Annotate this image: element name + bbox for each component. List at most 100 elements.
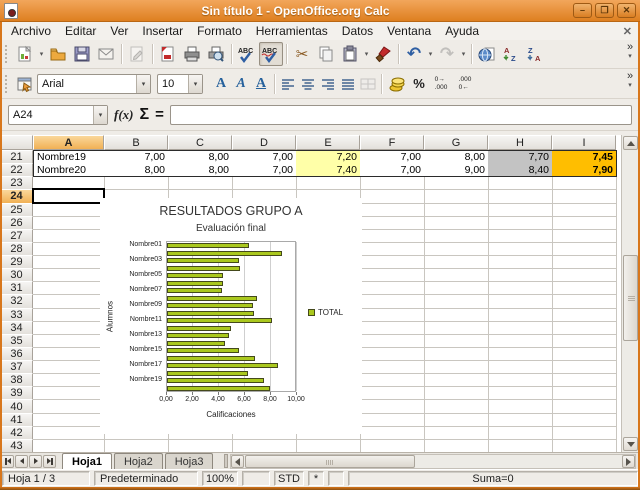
horizontal-scrollbar[interactable] (230, 454, 636, 469)
row-header-36[interactable]: 36 (0, 347, 33, 361)
cell-reference-value[interactable]: A24 (9, 109, 93, 121)
row-header-31[interactable]: 31 (0, 281, 33, 295)
row-header-21[interactable]: 21 (0, 150, 33, 164)
cell-G22[interactable]: 9,00 (424, 163, 489, 177)
selected-cell-A24[interactable] (32, 188, 105, 203)
email-button[interactable] (94, 42, 118, 66)
cell-B21[interactable]: 7,00 (104, 150, 169, 164)
underline-button[interactable]: A (251, 72, 271, 96)
row-header-32[interactable]: 32 (0, 294, 33, 308)
merge-cells-button[interactable] (358, 72, 378, 96)
align-right-button[interactable] (318, 72, 338, 96)
redo-dropdown-arrow[interactable]: ▾ (459, 50, 468, 58)
percent-button[interactable]: % (409, 72, 429, 96)
toolbar-overflow-button[interactable]: »▾ (623, 71, 637, 91)
row-header-27[interactable]: 27 (0, 229, 33, 243)
bold-button[interactable]: A (211, 72, 231, 96)
row-header-37[interactable]: 37 (0, 360, 33, 374)
sheet-tab-hoja1[interactable]: Hoja1 (62, 453, 112, 469)
status-zoom-level[interactable]: 100% (202, 471, 238, 486)
scroll-down-button[interactable] (623, 437, 638, 451)
row-header-28[interactable]: 28 (0, 242, 33, 256)
last-sheet-button[interactable] (43, 455, 56, 468)
cell-A22[interactable]: Nombre20 (33, 163, 105, 177)
sum-icon[interactable]: Σ (140, 106, 150, 124)
column-header-E[interactable]: E (296, 135, 360, 150)
status-sum[interactable]: Suma=0 (348, 471, 638, 486)
menu-archivo[interactable]: Archivo (4, 23, 58, 39)
page-preview-button[interactable] (204, 42, 228, 66)
menu-ventana[interactable]: Ventana (380, 23, 438, 39)
cell-F22[interactable]: 7,00 (360, 163, 425, 177)
column-header-C[interactable]: C (168, 135, 232, 150)
column-header-I[interactable]: I (552, 135, 616, 150)
row-header-23[interactable]: 23 (0, 176, 33, 190)
scroll-right-button[interactable] (622, 455, 635, 468)
scroll-up-button[interactable] (623, 136, 638, 150)
select-all-corner[interactable] (0, 135, 33, 150)
minimize-button[interactable]: – (573, 3, 592, 18)
name-box[interactable]: A24 ▾ (8, 105, 108, 125)
align-center-button[interactable] (298, 72, 318, 96)
embedded-chart[interactable]: RESULTADOS GRUPO AEvaluación finalNombre… (100, 198, 362, 434)
next-sheet-button[interactable] (29, 455, 42, 468)
paste-button[interactable] (338, 42, 362, 66)
menu-ayuda[interactable]: Ayuda (438, 23, 486, 39)
new-document-button[interactable] (13, 42, 37, 66)
toolbar-grip[interactable] (5, 75, 10, 93)
cell-I22[interactable]: 7,90 (552, 163, 617, 177)
column-header-F[interactable]: F (360, 135, 424, 150)
justify-button[interactable] (338, 72, 358, 96)
row-header-39[interactable]: 39 (0, 386, 33, 400)
row-header-33[interactable]: 33 (0, 308, 33, 322)
menu-ver[interactable]: Ver (103, 23, 135, 39)
cell-A21[interactable]: Nombre19 (33, 150, 105, 164)
row-header-42[interactable]: 42 (0, 426, 33, 440)
cell-G21[interactable]: 8,00 (424, 150, 489, 164)
previous-sheet-button[interactable] (15, 455, 28, 468)
row-header-24[interactable]: 24 (0, 189, 33, 203)
function-equals-icon[interactable]: = (155, 106, 164, 123)
undo-dropdown-arrow[interactable]: ▾ (426, 50, 435, 58)
font-name-dropdown[interactable]: ▾ (136, 75, 150, 93)
export-pdf-button[interactable] (156, 42, 180, 66)
menu-herramientas[interactable]: Herramientas (249, 23, 335, 39)
maximize-button[interactable]: ❐ (595, 3, 614, 18)
save-button[interactable] (70, 42, 94, 66)
sort-ascending-button[interactable]: AZ (499, 42, 523, 66)
cell-E21[interactable]: 7,20 (296, 150, 361, 164)
row-header-40[interactable]: 40 (0, 399, 33, 413)
title-bar[interactable]: Sin título 1 - OpenOffice.org Calc – ❐ ✕ (0, 0, 640, 22)
tab-scrollbar-splitter[interactable] (224, 454, 228, 468)
vertical-scroll-thumb[interactable] (623, 255, 638, 341)
sort-descending-button[interactable]: ZA (523, 42, 547, 66)
row-header-25[interactable]: 25 (0, 203, 33, 217)
column-header-H[interactable]: H (488, 135, 552, 150)
cell-E22[interactable]: 7,40 (296, 163, 361, 177)
row-header-29[interactable]: 29 (0, 255, 33, 269)
cell-C21[interactable]: 8,00 (168, 150, 233, 164)
toolbar-grip[interactable] (5, 45, 10, 63)
row-header-35[interactable]: 35 (0, 334, 33, 348)
open-button[interactable] (46, 42, 70, 66)
copy-button[interactable] (314, 42, 338, 66)
sheet-tab-hoja2[interactable]: Hoja2 (114, 453, 163, 469)
undo-button[interactable]: ↶ (402, 42, 426, 66)
row-header-38[interactable]: 38 (0, 373, 33, 387)
font-size-value[interactable]: 10 (158, 78, 188, 90)
vertical-scrollbar[interactable] (621, 135, 638, 452)
horizontal-scroll-thumb[interactable] (245, 455, 415, 468)
row-header-30[interactable]: 30 (0, 268, 33, 282)
toolbar-overflow-button[interactable]: »▾ (623, 42, 637, 62)
cell-D22[interactable]: 7,00 (232, 163, 297, 177)
row-header-26[interactable]: 26 (0, 216, 33, 230)
row-header-22[interactable]: 22 (0, 163, 33, 177)
redo-button[interactable]: ↷ (435, 42, 459, 66)
cell-H22[interactable]: 8,40 (488, 163, 553, 177)
cell-C22[interactable]: 8,00 (168, 163, 233, 177)
column-header-G[interactable]: G (424, 135, 488, 150)
new-dropdown-arrow[interactable]: ▾ (37, 50, 46, 58)
align-left-button[interactable] (278, 72, 298, 96)
close-document-icon[interactable]: ✕ (623, 25, 632, 38)
spelling-button[interactable]: ABC (235, 42, 259, 66)
